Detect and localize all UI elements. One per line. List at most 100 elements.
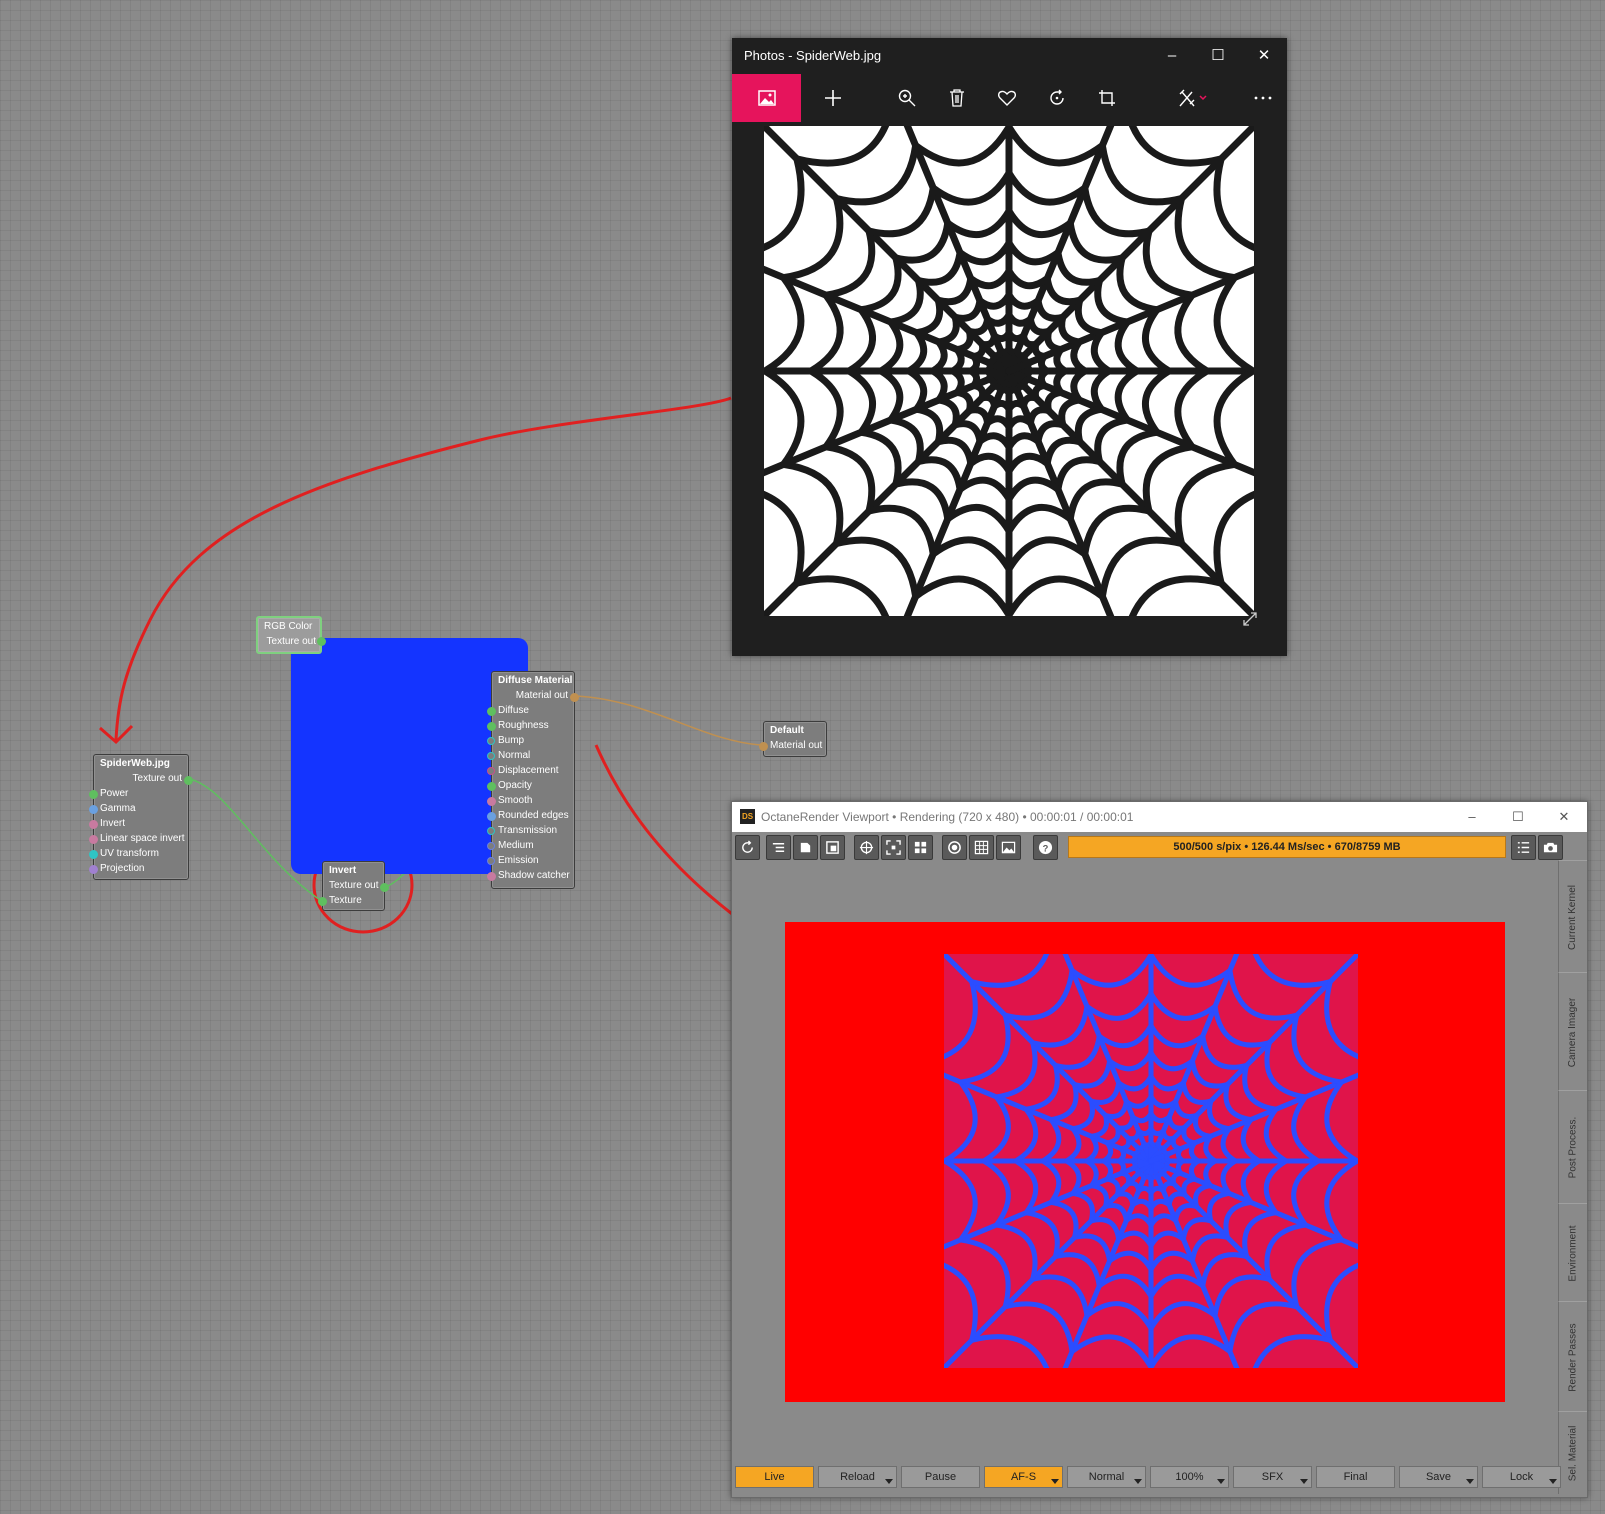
node-diffuse-material[interactable]: Diffuse Material Material out Diffuse Ro… (487, 671, 579, 889)
tab-camera-imager[interactable]: Camera Imager (1558, 972, 1587, 1091)
input-smooth[interactable]: Smooth (487, 794, 574, 809)
minimize-button[interactable]: – (1149, 38, 1195, 74)
focus-icon[interactable] (881, 835, 906, 860)
render-output[interactable] (785, 922, 1505, 1402)
input-projection[interactable]: Projection (89, 862, 188, 877)
input-power[interactable]: Power (89, 787, 188, 802)
delete-icon[interactable] (942, 84, 972, 112)
zoom-icon[interactable] (892, 84, 922, 112)
input-roughness[interactable]: Roughness (487, 719, 574, 734)
photo-web-strands (764, 126, 1254, 616)
picture-icon[interactable] (996, 835, 1021, 860)
node-invert[interactable]: Invert Texture out Texture (318, 861, 389, 911)
button-100-[interactable]: 100% (1150, 1466, 1229, 1488)
add-icon[interactable] (818, 84, 848, 112)
more-icon[interactable] (1248, 84, 1278, 112)
refresh-icon[interactable] (735, 835, 760, 860)
node-title: Default (770, 725, 804, 736)
camera-icon[interactable] (1538, 835, 1563, 860)
node-default-material[interactable]: Default Material out (759, 721, 827, 757)
chevron-down-icon[interactable] (1300, 1479, 1308, 1484)
input-gamma[interactable]: Gamma (89, 802, 188, 817)
button-normal[interactable]: Normal (1067, 1466, 1146, 1488)
window-title: Photos - SpiderWeb.jpg (744, 48, 882, 63)
fullscreen-icon[interactable] (1242, 611, 1258, 627)
close-button[interactable]: ✕ (1241, 38, 1287, 74)
tab-post-process[interactable]: Post Process. (1558, 1090, 1587, 1204)
render-web-plane (844, 922, 1458, 1402)
button-pause[interactable]: Pause (901, 1466, 980, 1488)
node-output-label: Material out (515, 690, 568, 701)
input-bump[interactable]: Bump (487, 734, 574, 749)
node-output-label: Texture out (132, 773, 182, 784)
help-icon[interactable]: ? (1033, 835, 1058, 860)
button-lock[interactable]: Lock (1482, 1466, 1561, 1488)
input-medium[interactable]: Medium (487, 839, 574, 854)
record-icon[interactable] (942, 835, 967, 860)
button-reload[interactable]: Reload (818, 1466, 897, 1488)
input-texture[interactable]: Texture (318, 894, 384, 909)
node-output-label: Texture out (266, 636, 316, 647)
output-pin[interactable] (317, 637, 326, 646)
window-title: OctaneRender Viewport • Rendering (720 x… (761, 810, 1134, 824)
input-uv-transform[interactable]: UV transform (89, 847, 188, 862)
region-icon[interactable] (820, 835, 845, 860)
chevron-down-icon[interactable] (1549, 1479, 1557, 1484)
node-title: RGB Color (264, 621, 313, 632)
image-icon[interactable] (732, 74, 801, 122)
crop-icon[interactable] (1092, 84, 1122, 112)
node-spiderweb-image[interactable]: SpiderWeb.jpg Texture out Power Gamma In… (89, 754, 193, 880)
input-invert[interactable]: Invert (89, 817, 188, 832)
svg-text:?: ? (1043, 843, 1049, 853)
button-live[interactable]: Live (735, 1466, 814, 1488)
node-output-label: Texture out (329, 880, 379, 891)
input-emission[interactable]: Emission (487, 854, 574, 869)
heart-icon[interactable] (992, 84, 1022, 112)
button-af-s[interactable]: AF-S (984, 1466, 1063, 1488)
input-shadow-catcher[interactable]: Shadow catcher (487, 869, 574, 884)
input-rounded-edges[interactable]: Rounded edges (487, 809, 574, 824)
input-material[interactable]: Material out (759, 739, 826, 754)
maximize-button[interactable]: ☐ (1495, 802, 1541, 832)
input-displacement[interactable]: Displacement (487, 764, 574, 779)
menu-list-icon[interactable] (1511, 835, 1536, 860)
button-save[interactable]: Save (1399, 1466, 1478, 1488)
photos-titlebar[interactable]: Photos - SpiderWeb.jpg – ☐ ✕ (732, 38, 1287, 74)
output-pin[interactable] (184, 776, 193, 785)
input-transmission[interactable]: Transmission (487, 824, 574, 839)
octane-titlebar[interactable]: DS OctaneRender Viewport • Rendering (72… (732, 802, 1587, 832)
output-pin[interactable] (570, 693, 579, 702)
spiderweb-photo (764, 126, 1254, 616)
camera-sync-icon[interactable] (793, 835, 818, 860)
button-final[interactable]: Final (1316, 1466, 1395, 1488)
output-pin[interactable] (380, 883, 389, 892)
app-badge: DS (740, 809, 755, 824)
rotate-icon[interactable] (1042, 84, 1072, 112)
input-normal[interactable]: Normal (487, 749, 574, 764)
chevron-down-icon[interactable] (1217, 1479, 1225, 1484)
chevron-down-icon[interactable] (885, 1479, 893, 1484)
render-web-strands (844, 922, 1458, 1402)
button-sfx[interactable]: SFX (1233, 1466, 1312, 1488)
crosshair-icon[interactable] (854, 835, 879, 860)
chevron-down-icon[interactable] (1466, 1479, 1474, 1484)
node-rgb-color[interactable]: RGB Color Texture out (256, 616, 326, 654)
table-icon[interactable] (969, 835, 994, 860)
tab-current-kernel[interactable]: Current Kernel (1558, 860, 1587, 973)
tab-render-passes[interactable]: Render Passes (1558, 1301, 1587, 1412)
input-diffuse[interactable]: Diffuse (487, 704, 574, 719)
edit-icon[interactable] (1178, 84, 1208, 112)
maximize-button[interactable]: ☐ (1195, 38, 1241, 74)
tab-sel-material[interactable]: Sel. Material (1558, 1411, 1587, 1494)
chevron-down-icon[interactable] (1051, 1479, 1059, 1484)
grid-view-icon[interactable] (908, 835, 933, 860)
minimize-button[interactable]: – (1449, 802, 1495, 832)
chevron-down-icon[interactable] (1134, 1479, 1142, 1484)
close-button[interactable]: ✕ (1541, 802, 1587, 832)
tab-environment[interactable]: Environment (1558, 1203, 1587, 1302)
input-opacity[interactable]: Opacity (487, 779, 574, 794)
list-icon[interactable] (766, 835, 791, 860)
input-linear-space-invert[interactable]: Linear space invert (89, 832, 188, 847)
annotation-arrow-to-viewport (594, 744, 741, 922)
node-title: Invert (329, 865, 357, 876)
